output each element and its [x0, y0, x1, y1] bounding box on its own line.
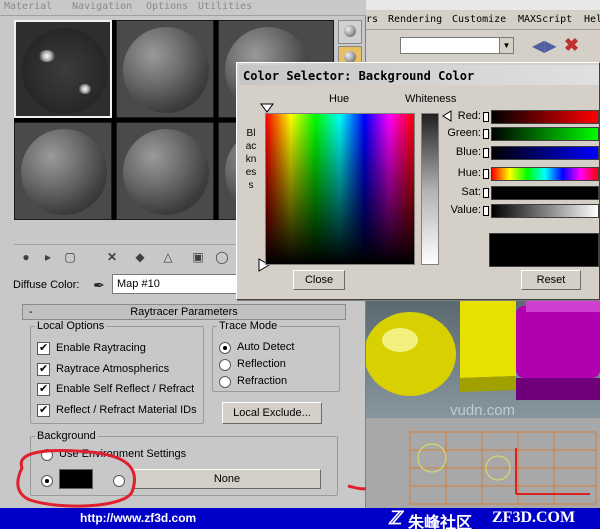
channel-slider-marker-icon[interactable] — [483, 129, 489, 139]
footer-brand: ZF3D.COM — [492, 509, 576, 526]
get-material-icon[interactable]: ● — [18, 249, 34, 265]
blackness-label: Blackness — [245, 128, 257, 191]
sample-sphere — [123, 27, 209, 113]
checkbox-label: Enable Self Reflect / Refract — [56, 383, 195, 395]
put-to-library-icon[interactable]: △ — [160, 249, 176, 265]
watermark-text: vudn.com — [450, 402, 516, 419]
menu-maxscript[interactable]: MAXScript — [518, 14, 572, 25]
channel-label: Green: — [447, 127, 481, 139]
channel-slider-track[interactable] — [491, 167, 599, 181]
dialog-titlebar[interactable]: Color Selector: Background Color — [239, 65, 599, 85]
menu-utilities[interactable]: Utilities — [198, 1, 252, 12]
checkbox-label: Enable Raytracing — [56, 342, 146, 354]
channel-slider-marker-icon[interactable] — [483, 188, 489, 198]
sample-slot-5[interactable] — [116, 122, 214, 220]
rollout-title: Raytracer Parameters — [130, 306, 238, 318]
align-icon[interactable]: ✖ — [564, 35, 579, 56]
radio-unselected — [219, 359, 231, 371]
assign-to-selection-icon[interactable]: ▢ — [62, 249, 78, 265]
sphere-icon — [344, 25, 356, 37]
show-map-in-viewport-icon[interactable]: ◯ — [214, 249, 230, 265]
put-to-scene-icon[interactable]: ▸ — [40, 249, 56, 265]
channel-slider-track[interactable] — [491, 127, 599, 141]
sample-sphere — [21, 129, 107, 215]
close-button[interactable]: Close — [293, 270, 345, 290]
checkbox-checked — [37, 382, 50, 396]
checkbox-label: Reflect / Refract Material IDs — [56, 404, 197, 416]
radio-label: Reflection — [237, 358, 286, 370]
hue-blackness-picker[interactable] — [265, 113, 415, 265]
material-toolbar: ● ▸ ▢ ✕ ◆ △ ▣ ◯ — [14, 244, 238, 268]
menu-navigation[interactable]: Navigation — [72, 1, 132, 12]
footer-community: 朱峰社区 — [408, 515, 473, 529]
reset-button[interactable]: Reset — [521, 270, 581, 290]
reset-map-icon[interactable]: ✕ — [104, 249, 120, 265]
footer-url[interactable]: http://www.zf3d.com — [80, 511, 196, 525]
sample-slot-4[interactable] — [14, 122, 112, 220]
channel-label: Value: — [450, 204, 481, 216]
whiteness-marker-icon[interactable] — [441, 109, 453, 123]
menu-material[interactable]: Material — [4, 1, 52, 12]
channel-label: Blue: — [455, 146, 481, 158]
checkbox-checked — [37, 403, 50, 417]
local-options-title: Local Options — [35, 320, 107, 332]
dialog-title: Color Selector: Background Color — [243, 69, 475, 83]
channel-slider-marker-icon[interactable] — [483, 112, 489, 122]
channel-slider-track[interactable] — [491, 146, 599, 160]
sample-slot-2[interactable] — [116, 20, 214, 118]
mirror-icon[interactable]: ◀▶ — [532, 36, 557, 56]
eyedropper-icon[interactable]: ✒ — [90, 276, 108, 294]
material-effects-channel-icon[interactable]: ▣ — [190, 249, 206, 265]
color-selector-dialog: Color Selector: Background Color Hue Whi… — [236, 62, 600, 300]
sample-type-button[interactable] — [338, 20, 362, 44]
map-name-field[interactable]: Map #10 — [112, 274, 242, 294]
local-exclude-button[interactable]: Local Exclude... — [222, 402, 322, 424]
menu-help[interactable]: Hel — [584, 14, 600, 25]
diffuse-color-label: Diffuse Color: — [13, 279, 80, 291]
channel-slider-marker-icon[interactable] — [483, 206, 489, 216]
local-options-group: Local Options Enable Raytracing Raytrace… — [30, 320, 204, 424]
main-menubar: rs Rendering Customize MAXScript Hel — [366, 10, 600, 30]
main-window-title-strip — [366, 0, 600, 10]
trace-mode-group: Trace Mode Auto Detect Reflection Refrac… — [212, 320, 340, 392]
material-editor-menubar: Material Navigation Options Utilities — [0, 0, 366, 16]
channel-label: Sat: — [461, 186, 481, 198]
sample-sphere — [123, 129, 209, 215]
perspective-viewport[interactable]: vudn.com — [366, 298, 600, 508]
radio-label: Refraction — [237, 375, 288, 387]
channel-label: Red: — [457, 110, 481, 122]
map-name-row: Diffuse Color: ✒ Map #10 — [10, 274, 242, 296]
logo-icon: ℤ — [388, 508, 402, 528]
footer-banner: http://www.zf3d.com ℤ 朱峰社区 ZF3D.COM — [0, 508, 600, 529]
main-toolbar: ▼ ◀▶ ✖ — [366, 32, 600, 60]
menu-characters[interactable]: rs — [366, 14, 378, 25]
named-selection-set-dropdown[interactable]: ▼ — [400, 37, 514, 54]
radio-unselected — [219, 376, 231, 388]
chevron-down-icon[interactable]: ▼ — [499, 38, 513, 53]
menu-customize[interactable]: Customize — [452, 14, 506, 25]
trace-mode-title: Trace Mode — [217, 320, 280, 332]
make-unique-icon[interactable]: ◆ — [132, 249, 148, 265]
checkbox-checked — [37, 341, 50, 355]
channel-slider-track[interactable] — [491, 204, 599, 218]
current-color-swatch — [489, 233, 599, 267]
channel-slider-track[interactable] — [491, 110, 599, 124]
channel-slider-track[interactable] — [491, 186, 599, 200]
whiteness-label: Whiteness — [405, 93, 457, 105]
checkbox-checked — [37, 362, 50, 376]
channel-slider-marker-icon[interactable] — [483, 148, 489, 158]
radio-label: Auto Detect — [237, 341, 295, 353]
sample-slot-1[interactable] — [14, 20, 112, 118]
menu-rendering[interactable]: Rendering — [388, 14, 442, 25]
radio-selected — [219, 342, 231, 354]
channel-label: Hue: — [457, 167, 481, 179]
menu-options[interactable]: Options — [146, 1, 188, 12]
channel-slider-marker-icon[interactable] — [483, 169, 489, 179]
checkbox-label: Raytrace Atmospherics — [56, 363, 170, 375]
hue-label: Hue — [329, 93, 350, 105]
sample-sphere — [22, 28, 108, 114]
raytracer-parameters-rollout-header[interactable]: - Raytracer Parameters — [22, 304, 346, 320]
whiteness-slider[interactable] — [421, 113, 439, 265]
